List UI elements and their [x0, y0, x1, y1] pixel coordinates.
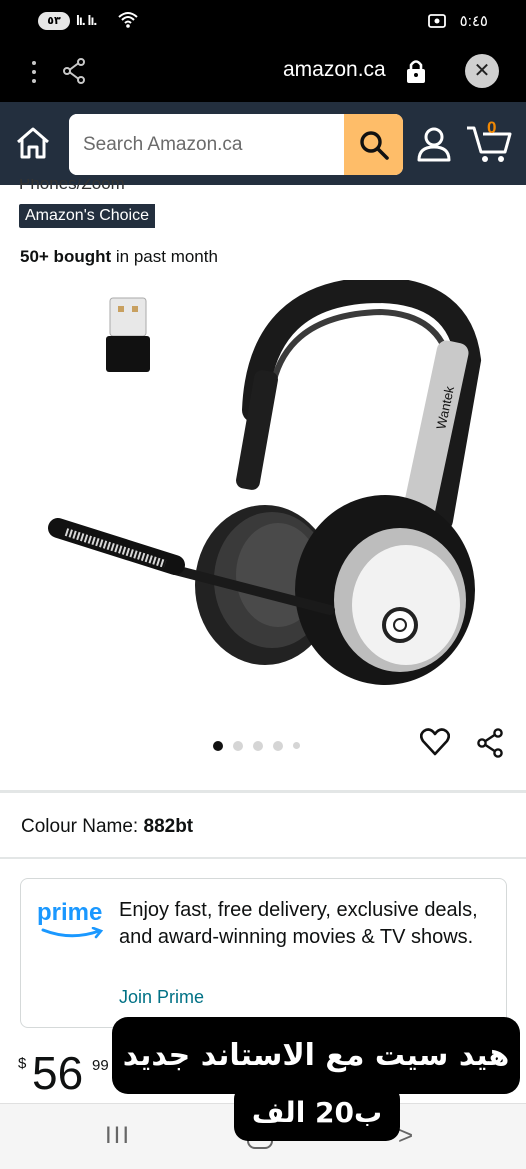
amazon-header	[0, 102, 526, 185]
prime-description: Enjoy fast, free delivery, exclusive dea…	[119, 899, 478, 948]
product-image[interactable]: Wantek	[40, 280, 510, 700]
lock-icon	[407, 60, 425, 83]
price-symbol: $	[18, 1055, 27, 1072]
section-divider	[0, 790, 526, 793]
prime-logo-text: prime	[37, 899, 103, 926]
prime-promo-card: prime Enjoy fast, free delivery, exclusi…	[20, 878, 507, 1028]
prime-smile-icon	[41, 926, 104, 939]
join-prime-link[interactable]: Join Prime	[119, 987, 204, 1008]
share-icon[interactable]	[476, 728, 504, 758]
amazons-choice-badge: Amazon's Choice	[19, 204, 155, 228]
carousel-dot[interactable]	[273, 740, 283, 751]
price-fraction: 99	[92, 1057, 109, 1074]
colour-label: Colour Name:	[21, 816, 144, 837]
carousel-dot[interactable]	[293, 742, 300, 750]
wifi-icon	[118, 12, 138, 28]
cart-count: 0	[487, 118, 497, 137]
carousel-dot[interactable]	[213, 740, 223, 751]
carousel-dot[interactable]	[233, 740, 243, 751]
overlay-caption-line2: ب20 الف	[234, 1085, 400, 1141]
signal-icon: lı. lı.	[76, 12, 97, 28]
url-text[interactable]: amazon.ca	[283, 58, 386, 82]
colour-selector[interactable]: Colour Name: 882bt	[21, 816, 193, 838]
section-divider	[0, 857, 526, 859]
image-carousel-dots	[213, 737, 310, 751]
heart-icon[interactable]	[420, 728, 450, 756]
search-input[interactable]	[69, 114, 344, 175]
status-bar: ٥٣ lı. lı. ٥:٤٥	[0, 0, 526, 44]
bought-rest: in past month	[111, 247, 218, 266]
bought-count: 50+ bought in past month	[20, 247, 218, 267]
home-icon[interactable]	[14, 126, 52, 160]
browser-toolbar: amazon.ca ✕	[0, 44, 526, 102]
recent-apps-button[interactable]: III	[105, 1122, 131, 1150]
battery-indicator: ٥٣	[38, 12, 70, 30]
search-bar	[69, 114, 403, 175]
back-button[interactable]: >	[398, 1120, 413, 1151]
overlay-caption-line1: هيد سيت مع الاستاند جديد	[112, 1017, 520, 1094]
share-icon[interactable]	[62, 58, 86, 84]
search-icon	[359, 130, 389, 160]
account-icon[interactable]	[416, 126, 452, 162]
search-button[interactable]	[344, 114, 403, 175]
price-whole: 56	[32, 1047, 84, 1099]
usb-dongle-image	[106, 297, 150, 372]
prime-logo: prime	[37, 899, 107, 946]
screen-record-icon	[428, 14, 446, 28]
product-title-partial: Phones/Zoom	[19, 179, 125, 193]
clock: ٥:٤٥	[459, 13, 488, 30]
colour-value: 882bt	[143, 816, 194, 837]
carousel-dot[interactable]	[253, 740, 263, 751]
more-options-icon[interactable]	[28, 58, 40, 86]
bought-bold: 50+ bought	[20, 247, 112, 266]
close-tab-button[interactable]: ✕	[465, 54, 499, 88]
